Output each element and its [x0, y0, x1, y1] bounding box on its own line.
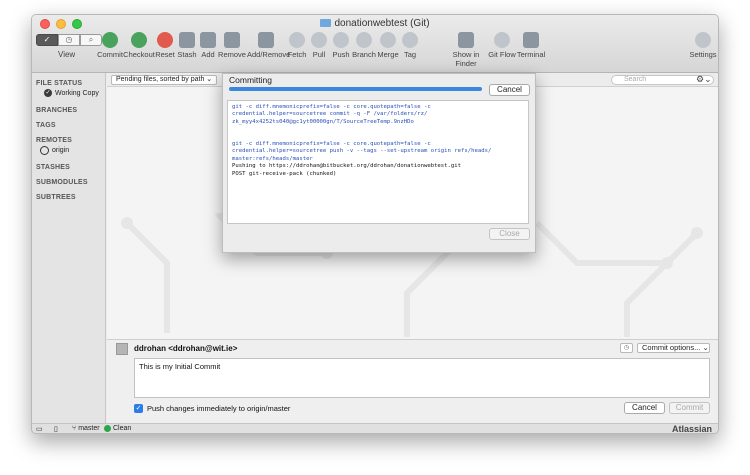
commit-options-label: Commit options... — [642, 343, 701, 352]
view-label: View — [58, 50, 76, 59]
console-line: master:refs/heads/master — [232, 155, 313, 162]
sort-select-value: Pending files, sorted by path — [116, 76, 205, 83]
settings-button[interactable]: Settings — [684, 32, 718, 59]
remove-button[interactable]: Remove — [213, 32, 251, 59]
tag-button[interactable]: Tag — [391, 32, 429, 59]
terminal-toggle-icon[interactable]: ▯ — [54, 425, 58, 433]
origin-label: origin — [52, 147, 70, 154]
commit-panel: ddrohan <ddrohan@wit.ie> ◷ Commit option… — [107, 339, 718, 423]
push-label: Push changes immediately to origin/maste… — [147, 404, 291, 413]
commit-submit-button[interactable]: Commit — [669, 402, 710, 414]
console-line: git -c diff.mnemonicprefix=false -c core… — [232, 141, 431, 148]
clean-icon — [104, 425, 111, 432]
sidebar: FILE STATUS ✓ Working Copy BRANCHES TAGS … — [32, 73, 106, 423]
search-placeholder: Search — [624, 76, 647, 83]
progress-fill — [229, 87, 482, 91]
options-gear-icon[interactable]: ⚙⌄ — [696, 74, 712, 85]
push-option[interactable]: ✓ Push changes immediately to origin/mas… — [134, 404, 290, 413]
commit-icon — [102, 32, 118, 48]
console-line: git -c diff.mnemonicprefix=false -c core… — [232, 104, 431, 110]
commit-options-select[interactable]: Commit options... ⌄ — [637, 343, 710, 353]
history-icon[interactable]: ◷ — [620, 343, 633, 353]
sidebar-item-working-copy[interactable]: ✓ Working Copy — [44, 89, 99, 97]
status-bar: ▭ ▯ ⑂ master Clean Atlassian — [32, 423, 718, 434]
sidebar-heading-submodules[interactable]: SUBMODULES — [36, 179, 88, 186]
console-line: POST git-receive-pack (chunked) — [232, 170, 337, 177]
dialog-cancel-button[interactable]: Cancel — [489, 84, 530, 96]
tag-label: Tag — [403, 50, 417, 59]
folder-icon — [320, 19, 332, 27]
console-line: credential.helper=sourcetree commit -q -… — [232, 111, 428, 118]
commit-cancel-button[interactable]: Cancel — [624, 402, 665, 414]
app-window: donationwebtest (Git) ✓ ◷ ⌕ View Commit … — [31, 14, 719, 434]
show-in-finder-label: Show in Finder — [452, 50, 480, 68]
terminal-button[interactable]: Terminal — [512, 32, 550, 59]
dialog-title: Committing — [229, 75, 272, 85]
checkout-icon — [131, 32, 147, 48]
gear-icon — [695, 32, 711, 48]
console-output: git -c diff.mnemonicprefix=false -c core… — [227, 100, 529, 224]
tag-icon — [402, 32, 418, 48]
check-icon: ✓ — [44, 89, 52, 97]
clean-status: Clean — [104, 425, 131, 432]
add-remove-icon — [258, 32, 274, 48]
console-line: zk_myy4x4252ts040@gc1yt00000gn/T/SourceT… — [232, 118, 414, 125]
finder-icon — [458, 32, 474, 48]
commit-message-field[interactable]: This is my Initial Commit — [134, 358, 710, 398]
branch-status[interactable]: ⑂ master — [72, 425, 100, 432]
view-history-segment[interactable]: ◷ — [58, 34, 80, 46]
sidebar-item-origin[interactable]: origin — [40, 146, 69, 155]
commit-author: ddrohan <ddrohan@wit.ie> — [134, 344, 238, 353]
sidebar-heading-branches[interactable]: BRANCHES — [36, 107, 77, 114]
progress-bar — [229, 87, 482, 91]
window-title: donationwebtest (Git) — [32, 18, 718, 29]
console-line: Pushing to https://ddrohan@bitbucket.org… — [232, 163, 462, 170]
sort-select[interactable]: Pending files, sorted by path ⌄ — [111, 75, 218, 85]
clean-label: Clean — [113, 425, 132, 432]
branch-icon: ⑂ — [72, 425, 77, 432]
committing-dialog: Committing Cancel git -c diff.mnemonicpr… — [222, 73, 536, 253]
sidebar-heading-file-status: FILE STATUS — [36, 80, 83, 87]
console-line: credential.helper=sourcetree push -v --t… — [232, 148, 492, 155]
dialog-close-button[interactable]: Close — [489, 228, 530, 240]
sidebar-heading-subtrees[interactable]: SUBTREES — [36, 194, 76, 201]
branch-name: master — [78, 425, 100, 432]
sidebar-heading-stashes[interactable]: STASHES — [36, 164, 70, 171]
remove-label: Remove — [218, 50, 246, 59]
window-title-text: donationwebtest (Git) — [334, 18, 430, 29]
git-flow-icon — [494, 32, 510, 48]
remove-icon — [224, 32, 240, 48]
push-checkbox[interactable]: ✓ — [134, 404, 143, 413]
avatar — [116, 343, 128, 355]
toolbar: donationwebtest (Git) ✓ ◷ ⌕ View Commit … — [32, 15, 718, 73]
sidebar-heading-tags[interactable]: TAGS — [36, 122, 56, 129]
sidebar-toggle-icon[interactable]: ▭ — [36, 425, 43, 433]
sidebar-heading-remotes[interactable]: REMOTES — [36, 137, 72, 144]
view-files-segment[interactable]: ✓ — [36, 34, 58, 46]
working-copy-label: Working Copy — [55, 89, 99, 97]
settings-label: Settings — [689, 50, 717, 59]
atlassian-logo: Atlassian — [671, 424, 712, 434]
globe-icon — [40, 146, 49, 155]
terminal-label: Terminal — [516, 50, 546, 59]
terminal-icon — [523, 32, 539, 48]
